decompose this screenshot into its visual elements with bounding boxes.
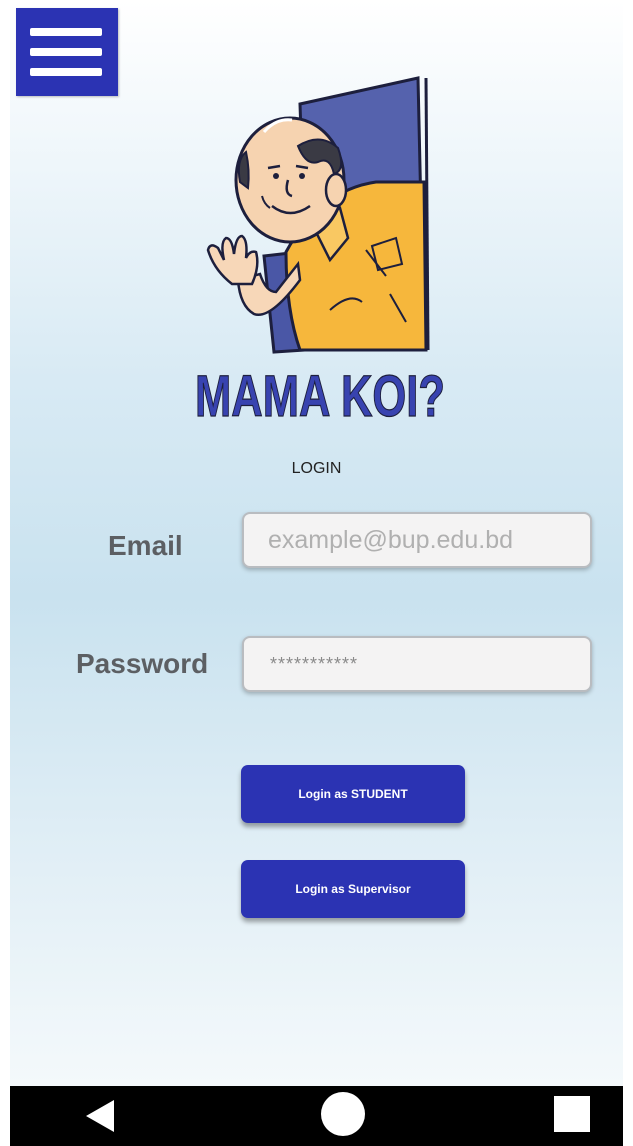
hamburger-menu-button[interactable] — [16, 8, 118, 96]
email-label: Email — [108, 530, 183, 561]
email-field-wrapper — [242, 512, 592, 568]
password-label: Password — [76, 648, 209, 679]
recents-icon[interactable] — [554, 1096, 590, 1132]
android-navigation-bar — [10, 1086, 623, 1146]
logo-wordmark: MAMA KOI? — [194, 363, 445, 429]
password-field-wrapper — [242, 636, 592, 692]
login-screen: MAMA KOI? LOGIN Email Password Login as … — [10, 0, 623, 1086]
home-icon[interactable] — [321, 1092, 365, 1136]
back-icon[interactable] — [86, 1100, 114, 1132]
email-field[interactable] — [244, 514, 590, 566]
login-heading: LOGIN — [291, 460, 342, 477]
app-logo: MAMA KOI? — [180, 70, 460, 440]
login-supervisor-button[interactable]: Login as Supervisor — [241, 860, 465, 918]
login-student-button[interactable]: Login as STUDENT — [241, 765, 465, 823]
password-field[interactable] — [244, 638, 590, 690]
logo-text: MAMA KOI? — [195, 364, 445, 429]
